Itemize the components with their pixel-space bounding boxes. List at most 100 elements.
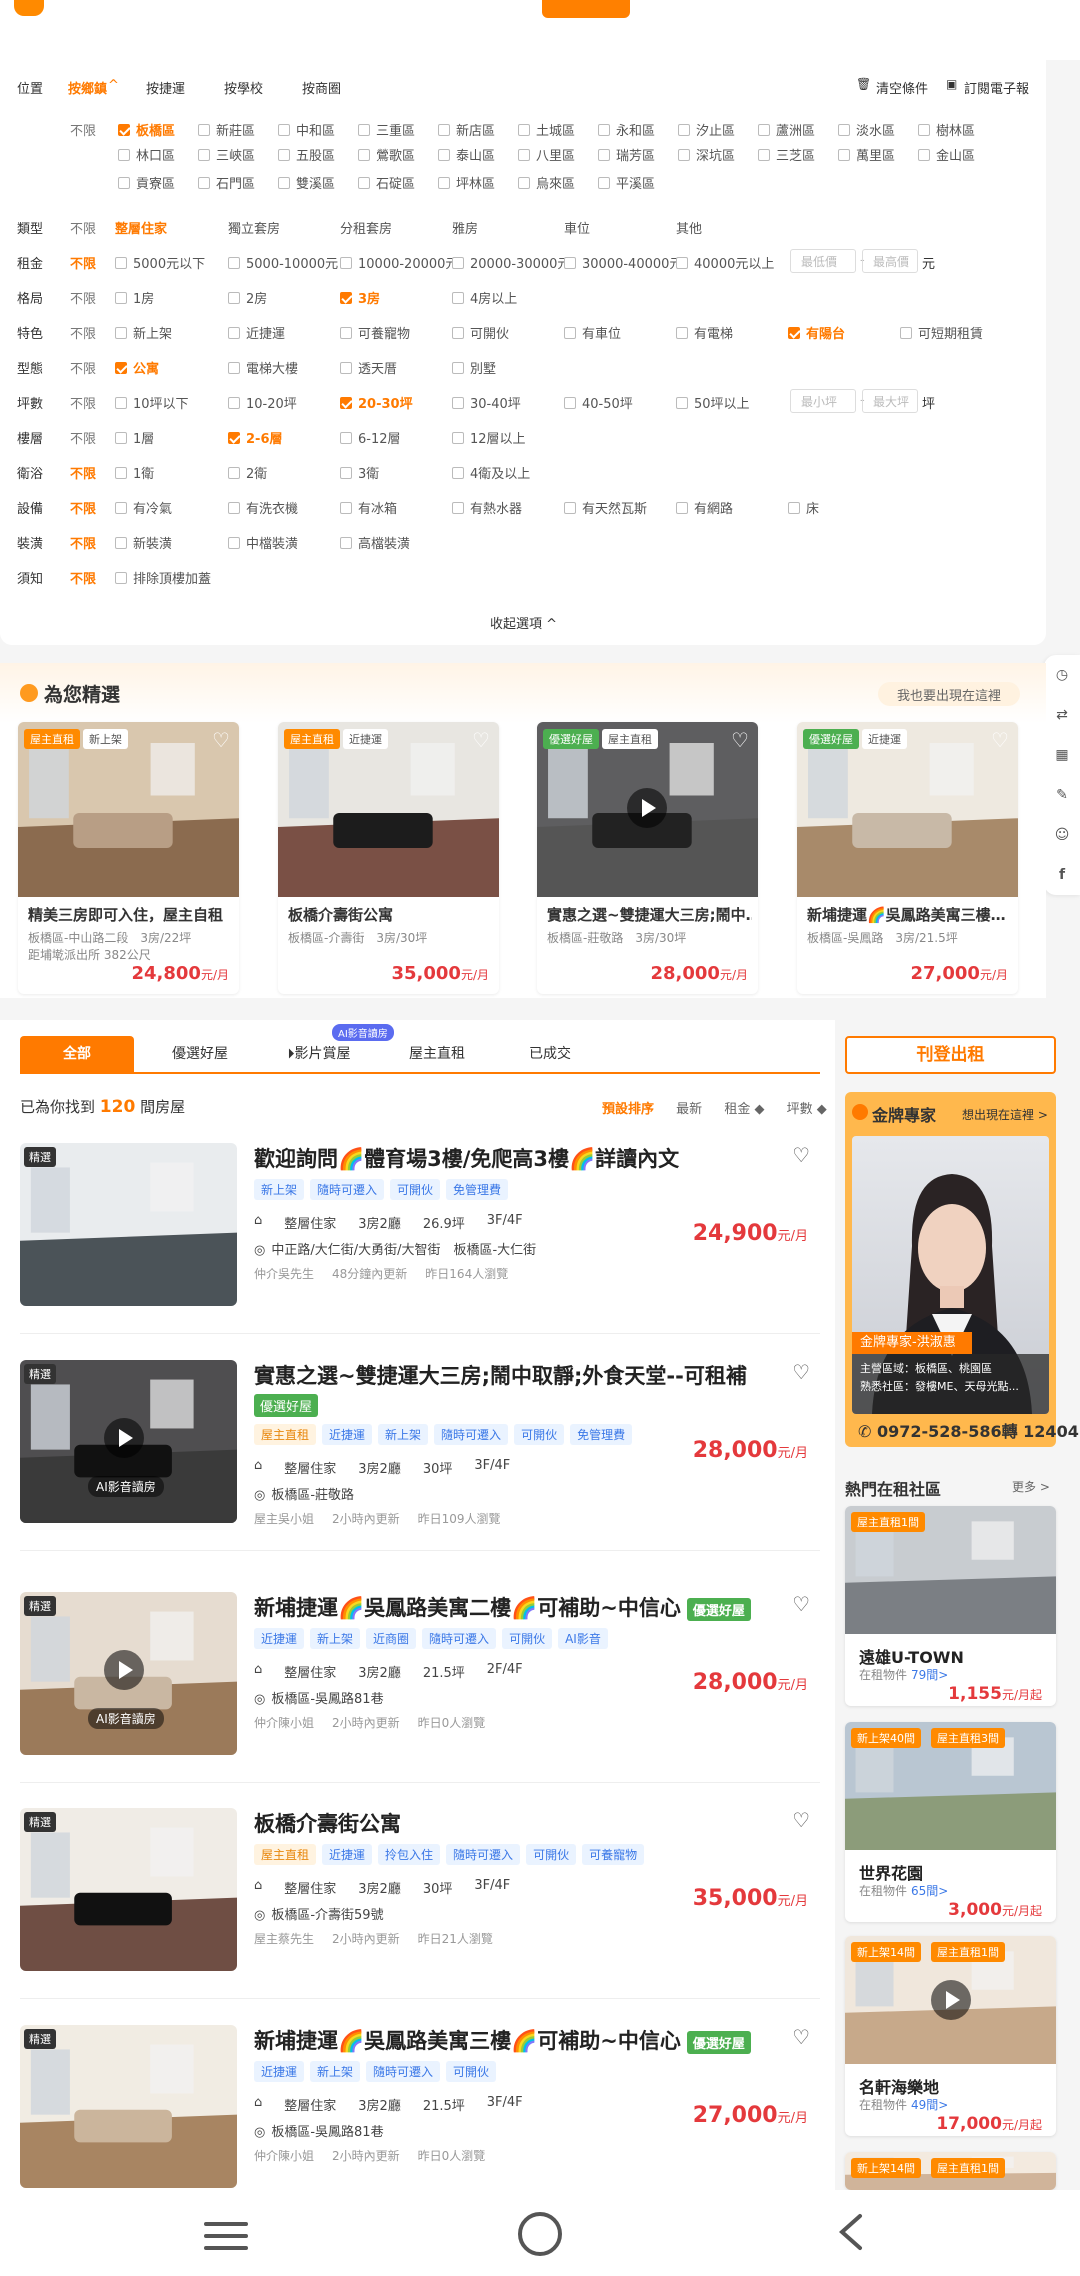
listing-photo[interactable]: 精選 (20, 1143, 237, 1306)
type-option[interactable]: 雅房 (452, 218, 478, 237)
checkbox[interactable] (900, 326, 912, 339)
hot-community-card[interactable]: 新上架14間 屋主直租1間 名軒海樂地 在租物件 49間> 17,000元/月起 (845, 1936, 1056, 2136)
bath-no-limit[interactable]: 不限 (70, 463, 96, 482)
bath-option[interactable]: 1衛 (115, 463, 154, 482)
rent-option[interactable]: 5000元以下 (115, 253, 205, 272)
chat-icon[interactable]: ☺ (1054, 827, 1070, 843)
district-option[interactable]: 中和區 (278, 120, 335, 139)
checkbox[interactable] (340, 396, 352, 409)
feature-option[interactable]: 有陽台 (788, 323, 845, 342)
bath-option[interactable]: 3衛 (340, 463, 379, 482)
checkbox[interactable] (115, 536, 127, 549)
listing-item[interactable]: 精選 AI影音讀房 實惠之選~雙捷運大三房;鬧中取靜;外食天堂--可租補 優選好屋 屋主… (20, 1360, 820, 1560)
ping-max-input[interactable]: 最大坪 (862, 389, 918, 413)
checkbox[interactable] (598, 176, 610, 189)
checkbox[interactable] (118, 148, 130, 161)
listing-title[interactable]: 歡迎詢問🌈體育場3樓/免爬高3樓🌈詳讀內文 (254, 1143, 679, 1173)
feature-option[interactable]: 可養寵物 (340, 323, 410, 342)
checkbox[interactable] (228, 396, 240, 409)
rent-option[interactable]: 40000元以上 (676, 253, 774, 272)
district-option[interactable]: 瑞芳區 (598, 145, 655, 164)
hot-community-card[interactable]: 新上架40間 屋主直租3間 世界花園 在租物件 65間> 3,000元/月起 (845, 1722, 1056, 1922)
district-option[interactable]: 土城區 (518, 120, 575, 139)
layout-option[interactable]: 1房 (115, 288, 154, 307)
tab-mrt[interactable]: 按捷運 (146, 78, 185, 97)
sort-rent[interactable]: 租金 ◆ (724, 1102, 764, 1117)
checkbox[interactable] (452, 396, 464, 409)
home-icon[interactable] (518, 2212, 562, 2256)
checkbox[interactable] (918, 123, 930, 136)
district-option[interactable]: 林口區 (118, 145, 175, 164)
checkbox[interactable] (228, 431, 240, 444)
ping-option[interactable]: 20-30坪 (340, 393, 413, 412)
feature-option[interactable]: 有車位 (564, 323, 621, 342)
checkbox[interactable] (676, 256, 688, 269)
type-no-limit[interactable]: 不限 (70, 218, 96, 237)
checkbox[interactable] (438, 123, 450, 136)
district-option[interactable]: 蘆洲區 (758, 120, 815, 139)
checkbox[interactable] (278, 176, 290, 189)
ping-option[interactable]: 10坪以下 (115, 393, 189, 412)
equip-option[interactable]: 有網路 (676, 498, 733, 517)
decor-option[interactable]: 新裝潢 (115, 533, 172, 552)
listing-title[interactable]: 新埔捷運🌈吳鳳路美寓二樓🌈可補助~中信心 優選好屋 (254, 1592, 754, 1622)
notice-no-limit[interactable]: 不限 (70, 568, 96, 587)
checkbox[interactable] (678, 123, 690, 136)
compare-icon[interactable]: ⇄ (1054, 707, 1070, 723)
listing-title[interactable]: 實惠之選~雙捷運大三房;鬧中取靜;外食天堂--可租補 (254, 1360, 747, 1390)
checkbox[interactable] (340, 361, 352, 374)
checkbox[interactable] (438, 176, 450, 189)
district-option[interactable]: 三峽區 (198, 145, 255, 164)
recommend-card[interactable]: 優選好屋 近捷運 ♡ 新埔捷運🌈吳鳳路美寓三樓… 板橋區-吳鳳路 3房/21.5坪 27,… (797, 722, 1018, 994)
district-option[interactable]: 樹林區 (918, 120, 975, 139)
checkbox[interactable] (115, 571, 127, 584)
district-option[interactable]: 坪林區 (438, 173, 495, 192)
checkbox[interactable] (564, 501, 576, 514)
district-option[interactable]: 石門區 (198, 173, 255, 192)
checkbox[interactable] (564, 256, 576, 269)
checkbox[interactable] (278, 148, 290, 161)
type-option[interactable]: 其他 (676, 218, 702, 237)
recommend-card[interactable]: 屋主直租 新上架 ♡ 精美三房即可入住，屋主自租 板橋區-中山路二段 3房/22坪 距埔墘… (18, 722, 239, 994)
feature-option[interactable]: 有電梯 (676, 323, 733, 342)
type-option[interactable]: 車位 (564, 218, 590, 237)
checkbox[interactable] (228, 326, 240, 339)
feature-option[interactable]: 近捷運 (228, 323, 285, 342)
play-icon[interactable] (627, 788, 667, 828)
history-icon[interactable]: ◷ (1054, 667, 1070, 683)
equip-option[interactable]: 有冷氣 (115, 498, 172, 517)
checkbox[interactable] (678, 148, 690, 161)
play-icon[interactable] (104, 1650, 144, 1690)
type-option[interactable]: 整層住家 (115, 218, 167, 237)
checkbox[interactable] (340, 291, 352, 304)
equip-option[interactable]: 有洗衣機 (228, 498, 298, 517)
feature-option[interactable]: 新上架 (115, 323, 172, 342)
tab-video[interactable]: ⏵影片賞屋 (264, 1036, 374, 1072)
checkbox[interactable] (340, 536, 352, 549)
listing-item[interactable]: 精選 歡迎詢問🌈體育場3樓/免爬高3樓🌈詳讀內文 新上架 隨時可遷入 可開伙 免管理費 ⌂ 整… (20, 1143, 820, 1343)
district-option[interactable]: 泰山區 (438, 145, 495, 164)
subscribe-newsletter[interactable]: 訂閱電子報 (964, 78, 1029, 97)
district-option[interactable]: 淡水區 (838, 120, 895, 139)
hot-communities-more[interactable]: 更多 > (1012, 1478, 1050, 1495)
checkbox[interactable] (340, 501, 352, 514)
district-option[interactable]: 平溪區 (598, 173, 655, 192)
tab-closed[interactable]: 已成交 (500, 1036, 600, 1072)
checkbox[interactable] (115, 431, 127, 444)
logo[interactable] (14, 0, 44, 16)
checkbox[interactable] (118, 176, 130, 189)
district-option[interactable]: 石碇區 (358, 173, 415, 192)
checkbox[interactable] (115, 326, 127, 339)
ping-option[interactable]: 10-20坪 (228, 393, 297, 412)
advertise-here-button[interactable]: 我也要出現在這裡 (878, 682, 1020, 706)
rent-option[interactable]: 10000-20000元 (340, 253, 458, 272)
checkbox[interactable] (452, 361, 464, 374)
checkbox[interactable] (838, 148, 850, 161)
listing-title[interactable]: 板橋介壽街公寓 (254, 1808, 401, 1838)
district-option[interactable]: 五股區 (278, 145, 335, 164)
facebook-icon[interactable]: f (1054, 867, 1070, 883)
checkbox[interactable] (115, 501, 127, 514)
tab-district[interactable]: 按鄉鎮 (68, 78, 107, 97)
notice-option[interactable]: 排除頂樓加蓋 (115, 568, 211, 587)
district-option[interactable]: 萬里區 (838, 145, 895, 164)
